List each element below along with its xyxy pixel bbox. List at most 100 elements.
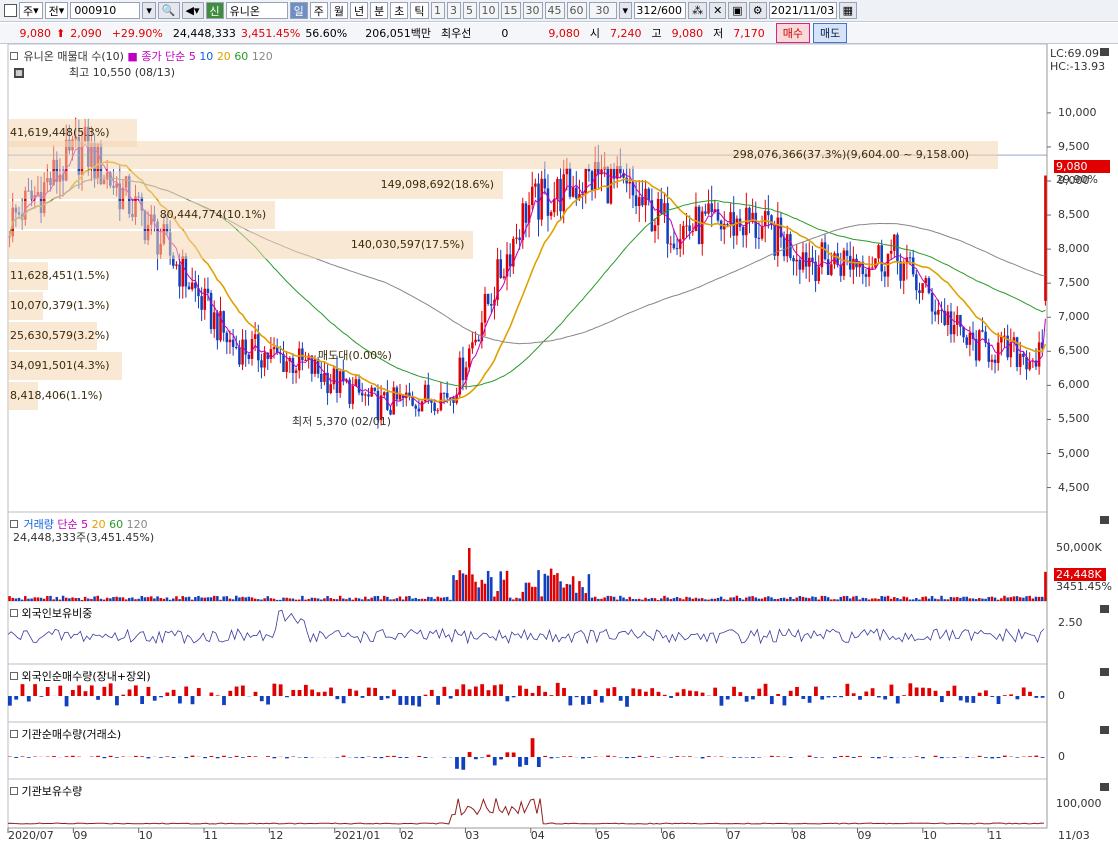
inst-net-bar: [751, 757, 755, 758]
volume-bar: [417, 598, 421, 601]
volume-bar: [685, 596, 688, 601]
volume-bar: [1041, 596, 1044, 601]
x-axis-label: 11: [204, 829, 219, 842]
volume-bar: [194, 597, 197, 601]
inst-net-bar: [845, 755, 850, 757]
volume-bar: [1028, 595, 1031, 601]
volume-bar: [17, 597, 21, 601]
volume-bar: [112, 597, 115, 601]
inst-net-bar: [1015, 757, 1020, 758]
volume-bar: [159, 597, 162, 601]
candle-body: [187, 286, 191, 290]
candle-body: [534, 183, 537, 187]
volume-bar: [71, 597, 74, 601]
volume-bar: [524, 582, 528, 601]
candle-body: [382, 392, 386, 396]
panel-close-icon: [1100, 668, 1109, 676]
inst-net-bar: [303, 757, 308, 758]
volume-bar: [741, 599, 745, 601]
volume-bar: [430, 597, 433, 601]
volume-bar: [348, 597, 351, 601]
inst-net-title: 기관순매수량(거래소): [21, 728, 122, 741]
foreign-net-bar: [335, 696, 340, 700]
inst-net-bar: [769, 755, 774, 757]
volume-bar: [360, 599, 364, 601]
candle-body: [357, 379, 361, 393]
foreign-net-bar: [732, 686, 736, 696]
chart-canvas[interactable]: [0, 0, 1118, 846]
candle-body: [697, 206, 701, 244]
inst-net-bar: [341, 755, 346, 757]
candle-body: [899, 261, 902, 281]
foreign-net-bar: [196, 688, 201, 696]
foreign-net-bar: [656, 691, 661, 696]
candle-body: [414, 405, 417, 409]
volume-bar: [291, 598, 295, 601]
volume-bar: [190, 599, 194, 601]
volume-bar: [332, 598, 336, 601]
volume-bar: [870, 598, 874, 601]
candle-body: [937, 309, 940, 315]
inst-net-bar: [902, 757, 906, 758]
volume-bar: [880, 595, 883, 601]
x-axis-label: 2021/01: [334, 829, 381, 842]
foreign-net-bar: [902, 695, 906, 696]
volume-bar: [405, 596, 408, 601]
inst-net-bar: [631, 757, 636, 759]
volume-bar: [729, 597, 732, 601]
inst-hold-collapse-icon[interactable]: [10, 787, 18, 795]
candle-body: [540, 178, 543, 220]
volume-bar: [423, 598, 427, 601]
foreign-net-collapse-icon[interactable]: [10, 672, 18, 680]
candle-body: [946, 311, 950, 325]
foreign-net-bar: [417, 696, 422, 707]
foreign-net-bar: [990, 696, 995, 697]
candle-body: [351, 385, 355, 404]
volume-bar: [137, 598, 140, 601]
volume-bar: [553, 574, 556, 601]
candle-body: [908, 257, 912, 259]
panel-frame: [7, 778, 1048, 829]
inst-net-bar: [171, 757, 176, 758]
volume-bar: [647, 599, 650, 601]
panel-frame: [7, 511, 1048, 602]
volume-bar: [952, 597, 956, 601]
inst-net-bar: [820, 757, 825, 758]
candle-body: [253, 334, 257, 340]
inst-net-bar: [814, 757, 818, 758]
candle-body: [571, 187, 575, 197]
candle-body: [502, 276, 506, 278]
volume-bar: [326, 596, 329, 601]
inst-net-bar: [354, 757, 359, 758]
volume-bar: [493, 596, 496, 601]
volume-bar: [597, 598, 600, 601]
volume-bar: [575, 592, 578, 601]
volume-bar: [1006, 597, 1009, 601]
foreign-net-bar: [285, 696, 289, 698]
foreign-net-bar: [744, 696, 749, 702]
volume-bar: [893, 597, 896, 601]
volume-bar: [792, 599, 795, 601]
foreign-collapse-icon[interactable]: [10, 609, 18, 617]
inst-net-collapse-icon[interactable]: [10, 730, 18, 738]
volume-bar: [206, 597, 210, 601]
volume-bar: [694, 597, 698, 601]
volume-bar: [146, 597, 150, 601]
candle-body: [773, 224, 776, 256]
volume-bar: [927, 598, 931, 601]
volume-bar: [603, 597, 606, 601]
volume-bar: [77, 597, 81, 601]
volume-bar: [713, 598, 717, 601]
volume-bar: [899, 599, 902, 601]
foreign-net-bar: [83, 691, 88, 696]
candle-body: [486, 293, 490, 304]
volume-bar: [209, 597, 213, 601]
inst-net-bar: [858, 756, 862, 757]
volume-collapse-icon[interactable]: [10, 520, 18, 528]
volume-bar: [354, 597, 358, 601]
foreign-net-bar: [688, 690, 692, 696]
foreign-net-bar: [473, 686, 478, 696]
volume-bar: [335, 599, 339, 601]
inst-net-bar: [757, 757, 762, 758]
candle-body: [549, 212, 553, 216]
